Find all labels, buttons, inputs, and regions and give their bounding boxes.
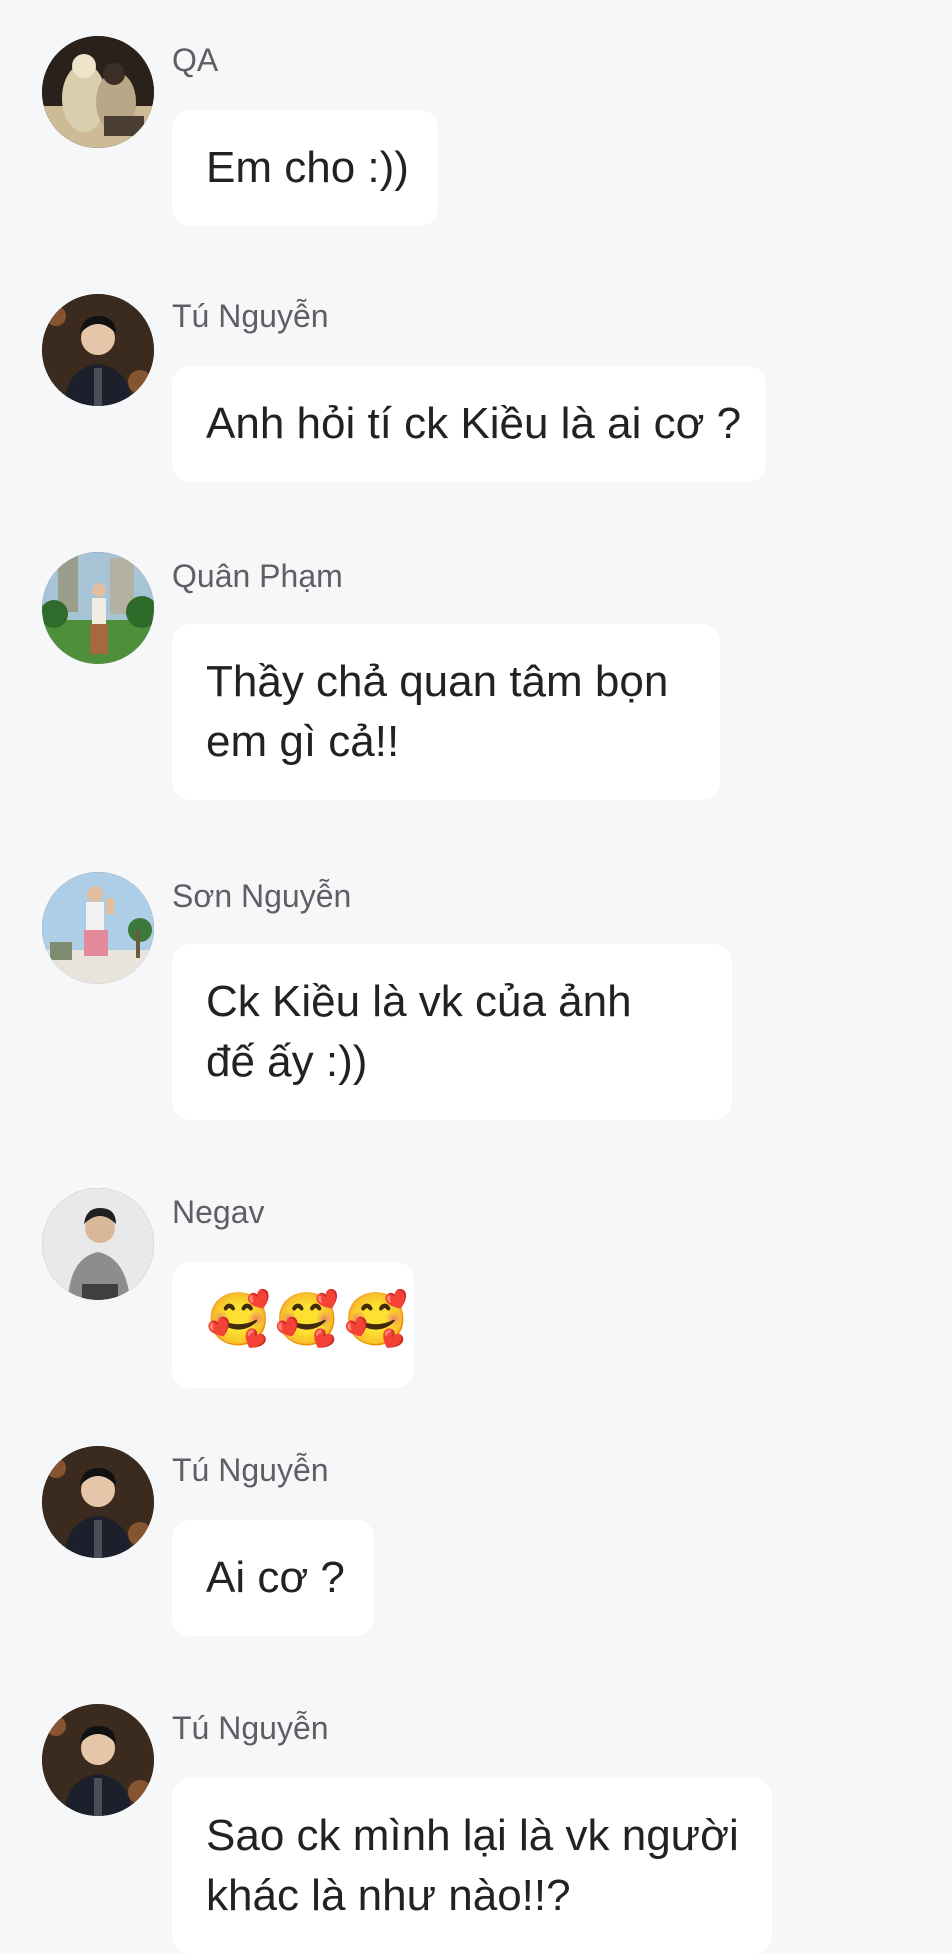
avatar[interactable] (42, 1446, 154, 1558)
sender-name: Sơn Nguyễn (172, 878, 352, 914)
message-text: khác là như nào!!? (206, 1871, 571, 1920)
message-text: đế ấy :)) (206, 1037, 368, 1086)
avatar[interactable] (42, 872, 154, 984)
message-text: Sao ck mình lại là vk người (206, 1811, 739, 1860)
message-text: Em cho :)) (206, 143, 409, 192)
avatar[interactable] (42, 552, 154, 664)
chat-thread: QA Em cho :)) Tú Nguyễn Anh hỏi tí ck Ki… (0, 0, 952, 1954)
chat-message: Tú Nguyễn Anh hỏi tí ck Kiều là ai cơ ? (0, 258, 952, 508)
message-bubble[interactable]: Ck Kiều là vk của ảnh đế ấy :)) (172, 944, 732, 1120)
message-emoji: 🥰🥰🥰 (206, 1290, 413, 1350)
message-text: em gì cả!! (206, 717, 400, 766)
sender-name: Tú Nguyễn (172, 1710, 329, 1746)
message-text: Ai cơ ? (206, 1553, 345, 1602)
message-text: Ck Kiều là vk của ảnh (206, 977, 632, 1026)
chat-message: Tú Nguyễn Ai cơ ? (0, 1412, 952, 1662)
message-bubble[interactable]: Em cho :)) (172, 110, 438, 226)
message-bubble[interactable]: Anh hỏi tí ck Kiều là ai cơ ? (172, 366, 766, 482)
chat-message: Negav 🥰🥰🥰 (0, 1154, 952, 1404)
message-bubble[interactable]: Thầy chả quan tâm bọn em gì cả!! (172, 624, 720, 800)
chat-message: Tú Nguyễn Sao ck mình lại là vk người kh… (0, 1670, 952, 1954)
sender-name: Tú Nguyễn (172, 1452, 329, 1488)
message-bubble[interactable]: 🥰🥰🥰 (172, 1262, 414, 1388)
avatar[interactable] (42, 1188, 154, 1300)
sender-name: Tú Nguyễn (172, 298, 329, 334)
avatar[interactable] (42, 36, 154, 148)
sender-name: Negav (172, 1194, 265, 1230)
message-text: Thầy chả quan tâm bọn (206, 657, 669, 706)
avatar[interactable] (42, 1704, 154, 1816)
sender-name: Quân Phạm (172, 558, 343, 594)
sender-name: QA (172, 42, 219, 78)
chat-message: QA Em cho :)) (0, 0, 952, 250)
message-bubble[interactable]: Ai cơ ? (172, 1520, 374, 1636)
chat-message: Sơn Nguyễn Ck Kiều là vk của ảnh đế ấy :… (0, 836, 952, 1146)
message-bubble[interactable]: Sao ck mình lại là vk người khác là như … (172, 1778, 772, 1954)
chat-message: Quân Phạm Thầy chả quan tâm bọn em gì cả… (0, 516, 952, 826)
avatar[interactable] (42, 294, 154, 406)
message-text: Anh hỏi tí ck Kiều là ai cơ ? (206, 399, 742, 448)
